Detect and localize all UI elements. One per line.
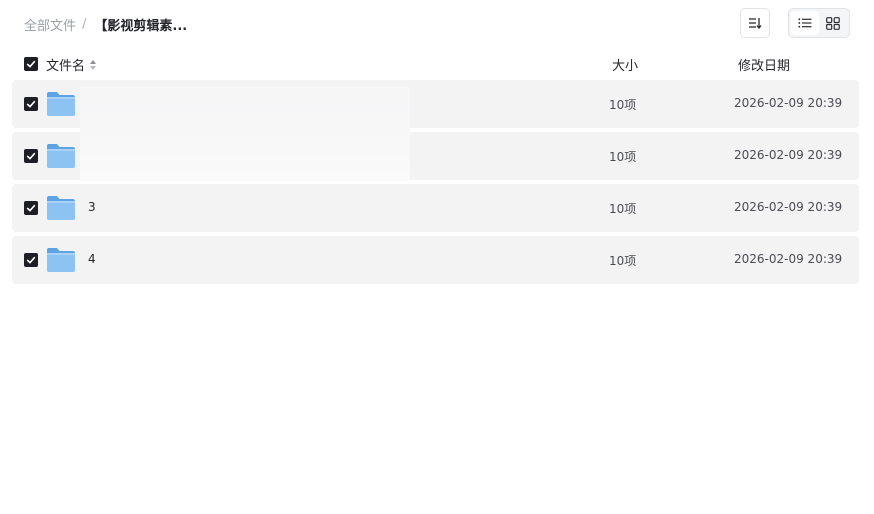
breadcrumb: 全部文件 / 【影视剪辑素... [24, 15, 188, 34]
row-checkbox[interactable] [24, 201, 38, 215]
check-icon [26, 100, 36, 108]
grid-view-button[interactable] [819, 11, 847, 35]
breadcrumb-separator: / [82, 16, 87, 32]
check-icon [26, 60, 36, 68]
check-icon [26, 256, 36, 264]
folder-icon [47, 196, 75, 220]
file-size: 10项 [609, 254, 637, 268]
row-checkbox[interactable] [24, 149, 38, 163]
breadcrumb-current: 【影视剪辑素... [94, 18, 188, 34]
list-view-icon [798, 18, 812, 28]
sort-arrows-icon [90, 59, 97, 70]
size-column-header[interactable]: 大小 [612, 55, 638, 74]
grid-view-icon [826, 16, 840, 30]
folder-icon [47, 248, 75, 272]
list-view-button[interactable] [791, 11, 819, 35]
name-column-header[interactable]: 文件名 [46, 55, 97, 74]
file-name[interactable]: 3 [88, 200, 96, 214]
view-toggle [788, 8, 850, 38]
row-checkbox[interactable] [24, 253, 38, 267]
folder-icon [47, 92, 75, 116]
redacted-overlay [80, 87, 410, 181]
file-browser: 全部文件 / 【影视剪辑素... 文件名 大小 修改日期 10项 2026-02… [0, 0, 874, 514]
file-date: 2026-02-09 20:39 [734, 96, 843, 110]
sort-icon [749, 18, 762, 29]
table-row[interactable]: 4 10项 2026-02-09 20:39 [12, 236, 859, 284]
sort-button[interactable] [740, 8, 770, 38]
select-all-checkbox[interactable] [24, 57, 38, 71]
file-size: 10项 [609, 202, 637, 216]
file-size: 10项 [609, 150, 637, 164]
file-date: 2026-02-09 20:39 [734, 148, 843, 162]
check-icon [26, 152, 36, 160]
folder-icon [47, 144, 75, 168]
row-checkbox[interactable] [24, 97, 38, 111]
file-date: 2026-02-09 20:39 [734, 252, 843, 266]
table-header: 文件名 大小 修改日期 [24, 55, 859, 74]
breadcrumb-root[interactable]: 全部文件 [24, 15, 76, 34]
file-date: 2026-02-09 20:39 [734, 200, 843, 214]
file-size: 10项 [609, 98, 637, 112]
date-column-header[interactable]: 修改日期 [738, 55, 790, 74]
table-row[interactable]: 3 10项 2026-02-09 20:39 [12, 184, 859, 232]
file-name[interactable]: 4 [88, 252, 96, 266]
name-column-label: 文件名 [46, 59, 86, 74]
check-icon [26, 204, 36, 212]
